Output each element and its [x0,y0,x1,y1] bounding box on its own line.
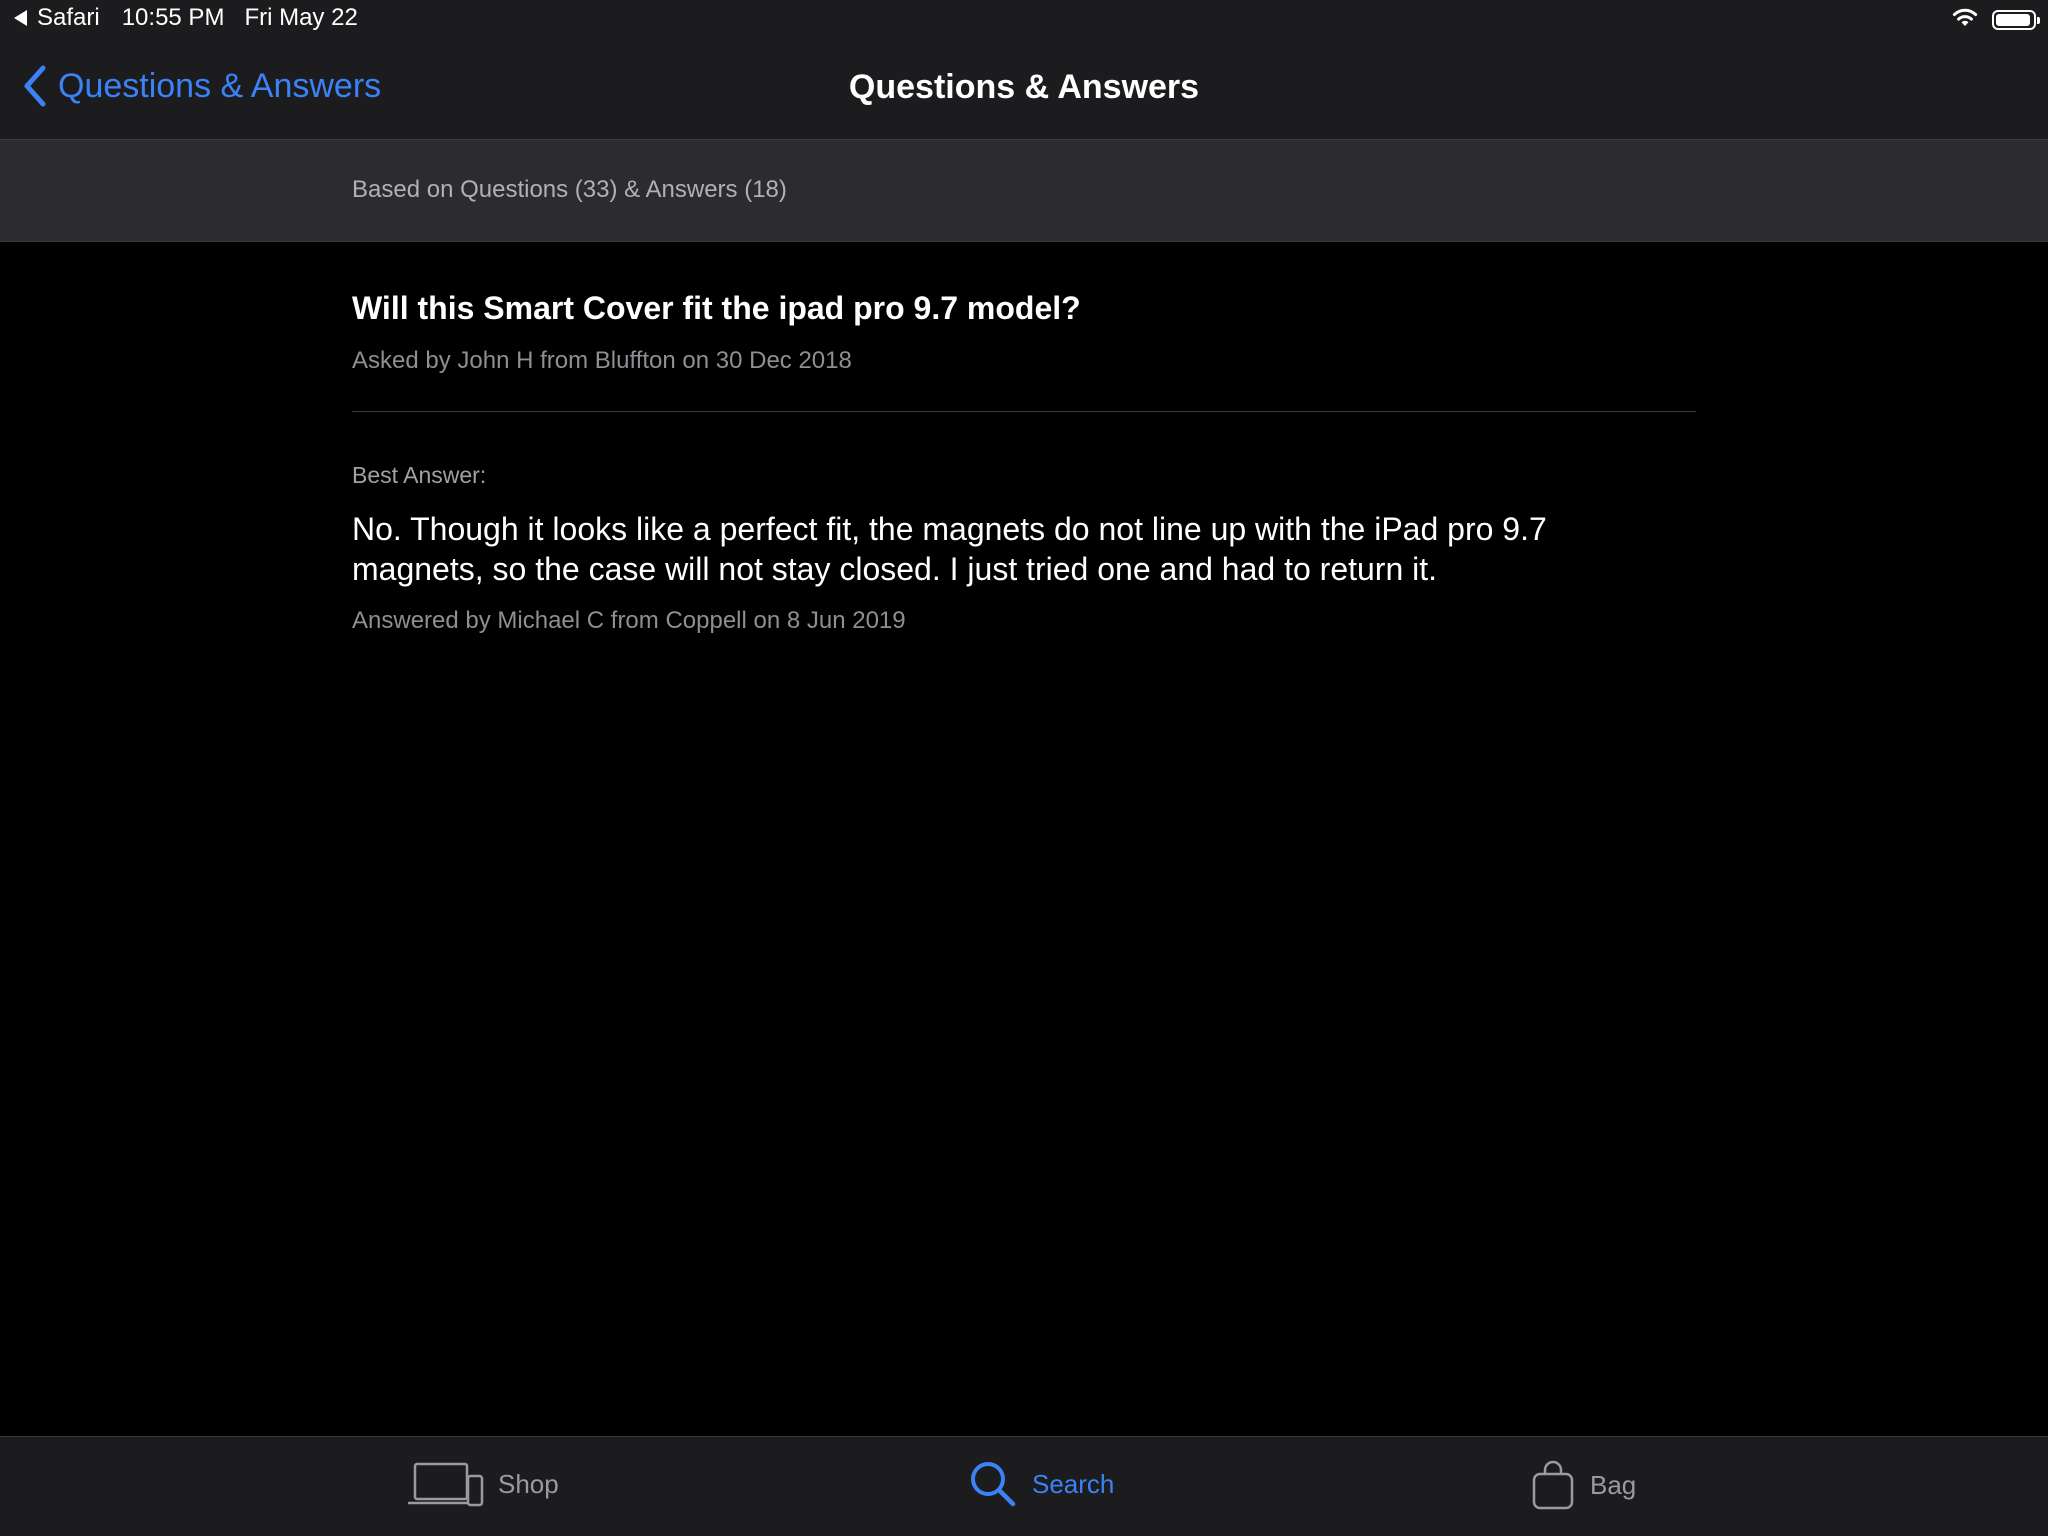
tab-shop-label: Shop [498,1468,559,1499]
status-left: Safari 10:55 PM Fri May 22 [14,4,358,32]
tab-bag-label: Bag [1590,1469,1637,1500]
status-date: Fri May 22 [244,4,358,31]
summary-text: Based on Questions (33) & Answers (18) [352,176,787,203]
battery-fill [1996,13,2030,26]
battery-icon [1992,9,2040,30]
tab-shop[interactable]: Shop [408,1459,559,1509]
asked-by: Asked by John H from Bluffton on 30 Dec … [352,347,852,374]
wifi-icon [1950,6,1980,33]
answer-text: No. Though it looks like a perfect fit, … [352,511,1547,587]
divider [352,411,1696,412]
devices-icon [408,1459,484,1509]
status-right [1950,6,2040,33]
tab-search[interactable]: Search [968,1459,1114,1509]
status-time: 10:55 PM [121,4,225,31]
back-to-app-icon[interactable] [14,10,27,26]
tab-bar: Shop Search Bag [0,1436,2048,1536]
back-to-app-label[interactable]: Safari [37,4,100,32]
search-icon [968,1459,1018,1509]
status-bar: Safari 10:55 PM Fri May 22 [0,0,2048,40]
answered-by: Answered by Michael C from Coppell on 8 … [352,607,906,634]
nav-bar: Questions & Answers Questions & Answers [0,40,2048,140]
question-title: Will this Smart Cover fit the ipad pro 9… [352,290,1081,326]
tab-bag[interactable]: Bag [1530,1459,1636,1511]
battery-nub [2037,16,2040,24]
qa-content: Will this Smart Cover fit the ipad pro 9… [352,242,1696,635]
page-title: Questions & Answers [848,68,1200,106]
tab-search-label: Search [1032,1468,1115,1499]
bag-icon [1530,1459,1576,1511]
summary-strip: Based on Questions (33) & Answers (18) [0,140,2048,242]
best-answer-label: Best Answer: [352,462,487,488]
